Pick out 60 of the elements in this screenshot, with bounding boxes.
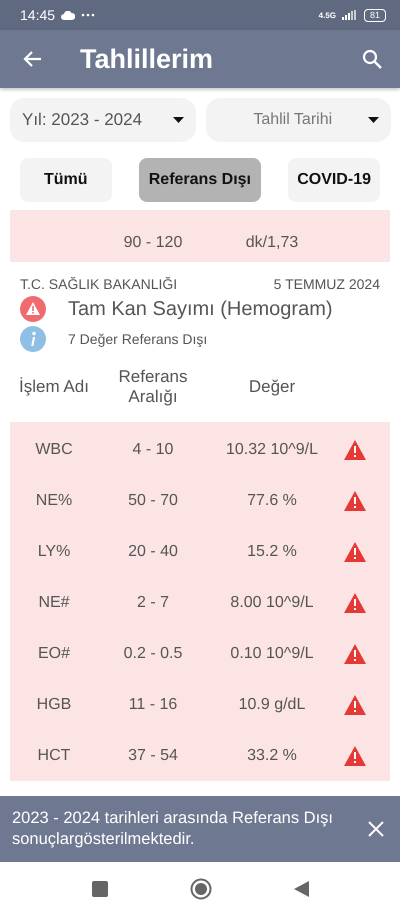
warning-icon <box>344 746 366 766</box>
result-value: dk/1,73 <box>244 234 300 252</box>
battery-indicator: 81 <box>364 8 386 22</box>
warning-icon <box>344 592 366 612</box>
more-icon <box>81 13 96 17</box>
status-time: 14:45 <box>20 7 56 23</box>
test-code: LY% <box>36 542 72 560</box>
back-icon[interactable] <box>294 881 308 897</box>
test-code: HGB <box>36 696 72 714</box>
reference-range: 90 - 120 <box>122 234 184 252</box>
dropdown[interactable]: Yıl: 2023 - 2024 <box>10 98 196 142</box>
filter-chip[interactable]: Referans Dışı <box>138 158 261 202</box>
reference-range: 2 - 7 <box>136 594 170 612</box>
screen-title: Tahlillerim <box>80 44 214 74</box>
test-code: NE# <box>37 594 71 612</box>
column-header: Değer <box>248 377 296 397</box>
reference-range: 20 - 40 <box>127 542 179 560</box>
dropdown[interactable]: Tahlil Tarihi <box>206 98 391 142</box>
snackbar-message: 2023 - 2024 tarihleri arasında Referans Dışı sonuçlargösterilmektedir. <box>12 808 334 850</box>
reference-range: 37 - 54 <box>127 746 179 764</box>
warning-icon <box>344 644 366 664</box>
test-code: HCT <box>36 746 72 764</box>
recent-apps-icon[interactable] <box>92 881 108 897</box>
filter-chip[interactable]: Tümü <box>20 158 112 202</box>
column-header: İşlem Adı <box>18 377 90 397</box>
warning-icon <box>344 694 366 714</box>
test-code: NE% <box>34 492 74 510</box>
test-code: WBC <box>34 440 74 458</box>
result-value: 33.2 % <box>246 746 298 764</box>
signal-icon <box>342 10 358 20</box>
result-value: 10.32 10^9/L <box>224 440 320 458</box>
home-icon[interactable] <box>190 878 212 900</box>
reference-range: 0.2 - 0.5 <box>122 644 184 662</box>
test-date: 5 TEMMUZ 2024 <box>274 276 380 292</box>
result-value: 77.6 % <box>246 492 298 510</box>
result-value: 10.9 g/dL <box>238 696 306 714</box>
reference-range: 4 - 10 <box>132 440 174 458</box>
result-value: 15.2 % <box>246 542 298 560</box>
filter-chip[interactable]: COVID-19 <box>288 158 380 202</box>
result-value: 8.00 10^9/L <box>229 594 315 612</box>
search-icon[interactable] <box>362 49 382 69</box>
warning-icon <box>344 440 366 460</box>
out-of-range-summary: 7 Değer Referans Dışı <box>68 331 208 347</box>
info-icon <box>20 326 46 352</box>
back-arrow-icon[interactable] <box>22 50 42 68</box>
test-code: EO# <box>36 644 71 662</box>
caret-icon <box>368 117 379 123</box>
cloud-icon <box>61 10 76 20</box>
warning-icon <box>344 490 366 510</box>
column-header: Referans Aralığı <box>118 367 188 407</box>
warning-icon <box>20 296 46 322</box>
provider-name: T.C. SAĞLIK BAKANLIĞI <box>20 276 178 292</box>
reference-range: 50 - 70 <box>127 492 179 510</box>
warning-icon <box>344 542 366 562</box>
result-value: 0.10 10^9/L <box>229 644 315 662</box>
test-name: Tam Kan Sayımı (Hemogram) <box>68 298 333 320</box>
reference-range: 11 - 16 <box>128 696 178 714</box>
close-icon[interactable] <box>368 821 384 837</box>
caret-icon <box>172 117 184 123</box>
network-label: 4.5G <box>318 10 336 20</box>
